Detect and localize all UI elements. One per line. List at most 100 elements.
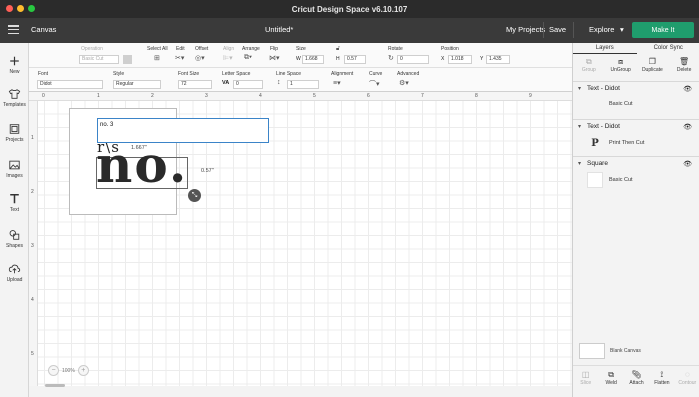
edit-control[interactable]: Edit ✂▾: [175, 46, 185, 62]
font-select[interactable]: Didot: [37, 80, 103, 89]
ruler-tick: 0: [42, 93, 45, 99]
minimize-window-button[interactable]: [17, 5, 24, 12]
weld-icon: ⧉: [608, 370, 614, 379]
text-edit-field[interactable]: no. 3: [97, 118, 269, 143]
style-select[interactable]: Regular: [113, 80, 161, 89]
arrange-control[interactable]: Arrange ⧉▾: [242, 46, 260, 61]
offset-control[interactable]: Offset ◎▾: [195, 46, 208, 62]
my-projects-link[interactable]: My Projects: [506, 25, 545, 34]
rotate-label: Rotate: [388, 46, 403, 52]
alignment-label: Alignment: [331, 71, 354, 77]
font-size-input[interactable]: 72: [178, 80, 212, 89]
zoom-in-button[interactable]: +: [77, 365, 89, 376]
ruler-tick: 1: [31, 135, 34, 141]
attach-label: Attach: [629, 380, 644, 386]
zoom-out-button[interactable]: −: [48, 365, 59, 376]
flip-control[interactable]: Flip ⋈▾: [269, 46, 280, 62]
blank-canvas-label: Blank Canvas: [610, 348, 641, 354]
eye-icon[interactable]: 👁︎: [683, 123, 692, 131]
sidebar-item-projects[interactable]: Projects: [0, 123, 29, 143]
sidebar-item-text[interactable]: Text: [0, 193, 29, 213]
operation-select[interactable]: Basic Cut: [79, 55, 119, 64]
select-all-control[interactable]: Select All ⊞: [147, 46, 168, 62]
curve-control[interactable]: Curve ⌒▾: [369, 71, 383, 88]
style-control: Style: [113, 71, 124, 77]
contour-label: Contour: [678, 380, 697, 386]
tab-layers[interactable]: Layers: [573, 43, 637, 54]
tab-color-sync[interactable]: Color Sync: [637, 43, 699, 54]
sidebar-item-label: Shapes: [6, 243, 23, 249]
alignment-control[interactable]: Alignment ≡▾: [331, 71, 354, 87]
sidebar-item-label: Text: [9, 207, 20, 213]
height-dimension-label: 0.57": [201, 168, 214, 174]
curve-label: Curve: [369, 71, 383, 77]
edit-toolbar: Operation Basic Cut Select All ⊞ Edit ✂▾…: [29, 43, 572, 68]
advanced-label: Advanced: [397, 71, 420, 77]
rotate-input[interactable]: 0: [397, 55, 429, 64]
advanced-control[interactable]: Advanced ⚙▾: [397, 71, 420, 87]
contour-icon: ◌: [684, 370, 690, 379]
letter-space-input[interactable]: 0: [233, 80, 263, 89]
canvas-bottom-strip: [29, 386, 572, 397]
ungroup-button[interactable]: ⧈ UnGroup: [605, 55, 637, 77]
sidebar-item-label: Upload: [6, 277, 23, 283]
document-title[interactable]: Untitled*: [265, 25, 293, 34]
position-x-input[interactable]: 1.018: [448, 55, 472, 64]
save-button[interactable]: Save: [549, 25, 566, 34]
sidebar-item-images[interactable]: Images: [0, 159, 29, 179]
projects-icon: [9, 124, 20, 134]
contour-button[interactable]: ◌ Contour: [675, 366, 699, 397]
sidebar-item-shapes[interactable]: Shapes: [0, 229, 29, 249]
duplicate-button[interactable]: ❐ Duplicate: [637, 55, 669, 77]
zoom-window-button[interactable]: [28, 5, 35, 12]
width-label: W: [296, 56, 301, 62]
eye-icon[interactable]: 👁︎: [683, 85, 692, 93]
make-it-button[interactable]: Make It: [632, 22, 694, 38]
plus-icon: [10, 56, 19, 66]
close-window-button[interactable]: [6, 5, 13, 12]
sidebar-item-new[interactable]: New: [0, 55, 29, 75]
layer-operation: P Print Then Cut: [587, 135, 644, 151]
window-controls[interactable]: [6, 5, 35, 12]
height-input[interactable]: 0.57: [344, 55, 366, 64]
layer-text-didot-1[interactable]: ▾ Text - Didot 👁︎ Basic Cut: [573, 81, 699, 119]
resize-handle-icon[interactable]: ⤡: [188, 189, 201, 202]
group-button[interactable]: ⧉ Group: [573, 55, 605, 77]
attach-button[interactable]: 📎︎ Attach: [624, 366, 649, 397]
delete-button[interactable]: 🗑︎ Delete: [668, 55, 699, 77]
line-space-input[interactable]: 1: [287, 80, 319, 89]
layer-operation: Basic Cut: [587, 101, 633, 107]
blank-canvas-item[interactable]: Blank Canvas: [579, 343, 641, 359]
explore-dropdown[interactable]: Explore: [589, 25, 614, 34]
chevron-down-icon[interactable]: ▾: [578, 85, 581, 92]
layer-operation: Basic Cut: [587, 172, 633, 188]
weld-label: Weld: [605, 380, 617, 386]
app-header: Canvas Untitled* My Projects Save Explor…: [0, 18, 699, 43]
ruler-tick: 4: [259, 93, 262, 99]
chevron-down-icon[interactable]: ▾: [578, 123, 581, 130]
layer-text-didot-2[interactable]: ▾ Text - Didot 👁︎ P Print Then Cut: [573, 119, 699, 155]
slice-button[interactable]: ◫ Slice: [573, 366, 598, 397]
flip-icon: ⋈▾: [269, 55, 280, 62]
position-y-input[interactable]: 1.435: [486, 55, 510, 64]
menu-icon[interactable]: [8, 25, 19, 34]
flatten-button[interactable]: ⟟ Flatten: [649, 366, 674, 397]
chevron-down-icon[interactable]: ▾: [620, 25, 624, 34]
sidebar-item-templates[interactable]: Templates: [0, 88, 29, 108]
eye-icon[interactable]: 👁︎: [683, 160, 692, 168]
ruler-tick: 5: [31, 351, 34, 357]
align-text-icon: ≡▾: [333, 80, 341, 87]
layer-square[interactable]: ▾ Square 👁︎ Basic Cut: [573, 156, 699, 196]
operation-color-swatch[interactable]: [123, 55, 132, 64]
horizontal-scrollbar[interactable]: [45, 384, 65, 387]
chevron-down-icon[interactable]: ▾: [578, 160, 581, 167]
divider: [543, 22, 544, 38]
lock-icon[interactable]: 🔓︎: [336, 46, 340, 53]
sidebar-item-upload[interactable]: Upload: [0, 263, 29, 283]
weld-button[interactable]: ⧉ Weld: [598, 366, 623, 397]
blank-canvas-swatch[interactable]: [579, 343, 605, 359]
ungroup-icon: ⧈: [618, 57, 624, 66]
width-input[interactable]: 1.668: [302, 55, 324, 64]
shirt-icon: [8, 89, 21, 99]
layer-thumbnail: P: [591, 137, 599, 149]
